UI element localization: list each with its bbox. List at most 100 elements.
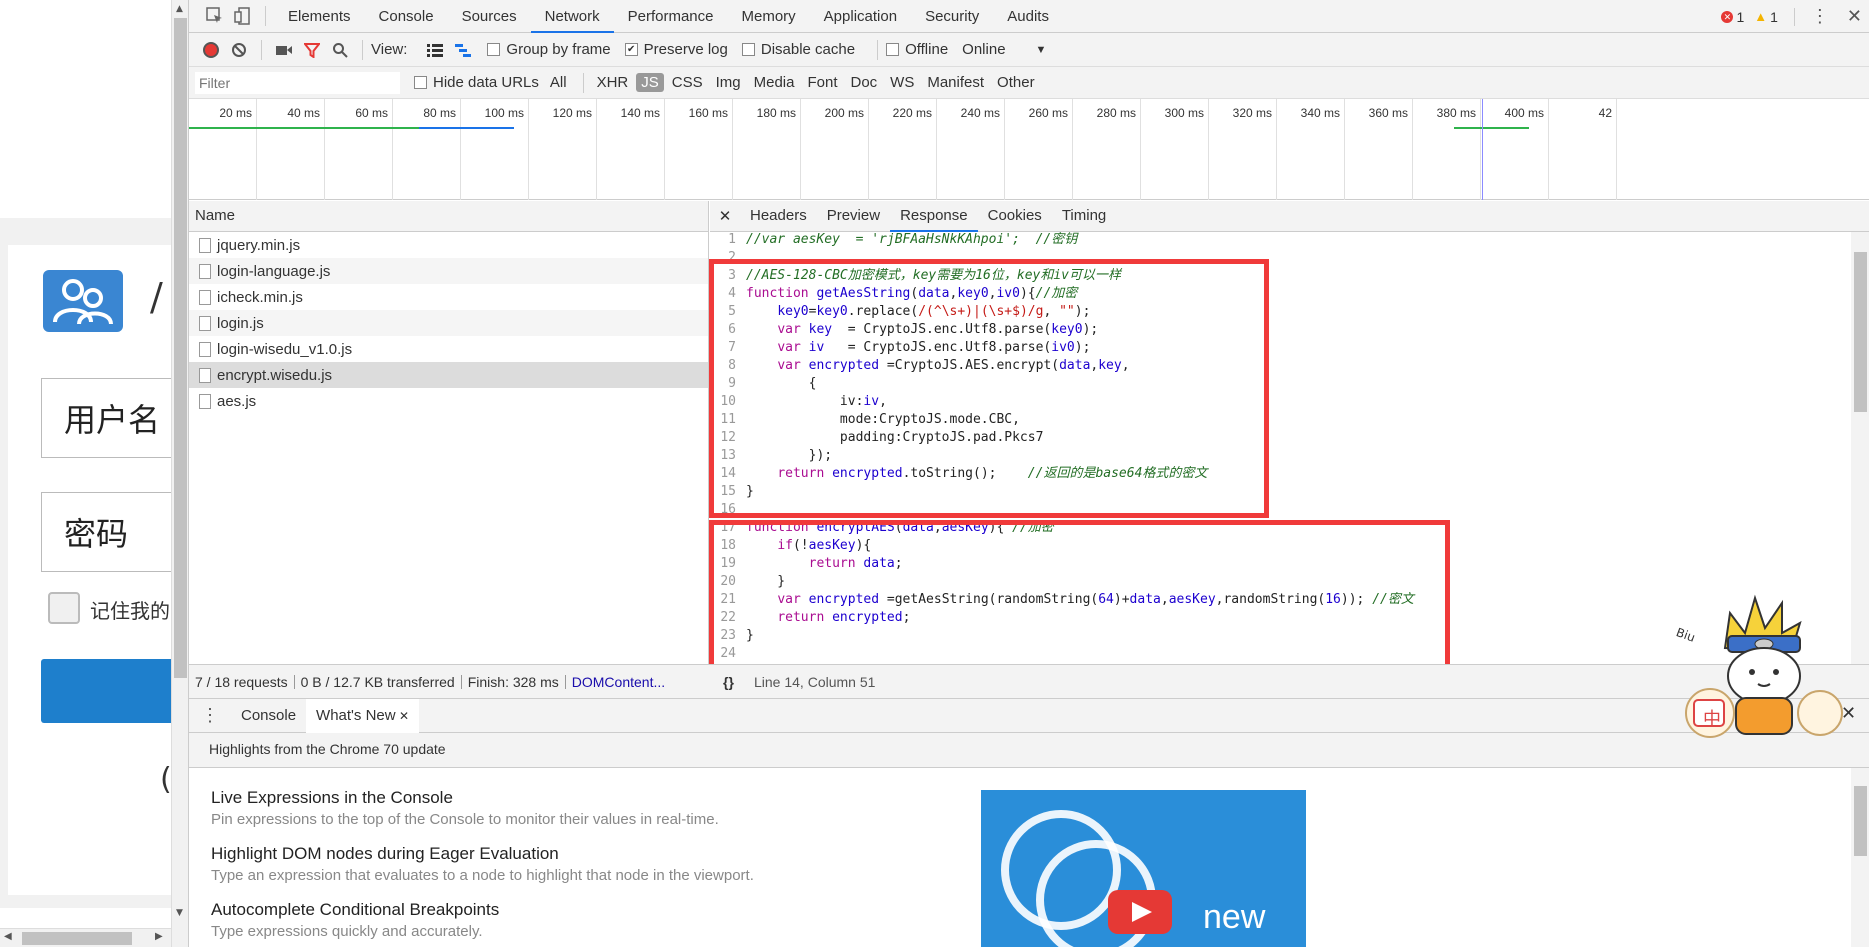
line-number[interactable]: 10 <box>710 393 746 411</box>
tab-application[interactable]: Application <box>810 0 911 33</box>
tab-memory[interactable]: Memory <box>728 0 810 33</box>
filter-type-xhr[interactable]: XHR <box>592 73 634 92</box>
filter-type-font[interactable]: Font <box>802 73 842 92</box>
line-number[interactable]: 7 <box>710 339 746 357</box>
line-number[interactable]: 19 <box>710 555 746 573</box>
line-number[interactable]: 2 <box>710 249 746 267</box>
whats-new-item[interactable]: Highlight DOM nodes during Eager Evaluat… <box>211 844 754 884</box>
play-icon[interactable] <box>1108 890 1172 934</box>
line-number[interactable]: 8 <box>710 357 746 375</box>
password-field[interactable]: 密码 <box>41 492 171 572</box>
request-row[interactable]: icheck.min.js <box>189 284 708 310</box>
hide-data-urls-toggle[interactable]: Hide data URLs <box>414 74 539 91</box>
scrollbar-thumb[interactable] <box>1854 252 1867 412</box>
detail-tab-headers[interactable]: Headers <box>740 201 817 232</box>
close-tab-icon[interactable]: ✕ <box>396 709 409 723</box>
filter-type-manifest[interactable]: Manifest <box>922 73 989 92</box>
page-vertical-scrollbar[interactable]: ▲ ▼ <box>171 0 188 947</box>
page-horizontal-scrollbar[interactable]: ◀ ▶ <box>0 928 171 947</box>
scrollbar-thumb[interactable] <box>1854 786 1867 856</box>
line-number[interactable]: 17 <box>710 519 746 537</box>
line-number[interactable]: 16 <box>710 501 746 519</box>
request-row[interactable]: login-wisedu_v1.0.js <box>189 336 708 362</box>
disable-cache-toggle[interactable]: Disable cache <box>741 41 855 58</box>
line-number[interactable]: 9 <box>710 375 746 393</box>
detail-tab-cookies[interactable]: Cookies <box>978 201 1052 232</box>
line-number[interactable]: 20 <box>710 573 746 591</box>
line-number[interactable]: 4 <box>710 285 746 303</box>
line-number[interactable]: 6 <box>710 321 746 339</box>
checkbox[interactable] <box>487 43 501 56</box>
throttle-select[interactable]: Online ▼ <box>962 41 1046 58</box>
detail-tab-preview[interactable]: Preview <box>817 201 890 232</box>
detail-tab-timing[interactable]: Timing <box>1052 201 1116 232</box>
drawer-vertical-scrollbar[interactable] <box>1851 768 1869 947</box>
tab-elements[interactable]: Elements <box>274 0 365 33</box>
name-column-header[interactable]: Name <box>189 201 709 232</box>
drawer-menu-icon[interactable]: ⋮ <box>189 705 231 726</box>
filter-type-doc[interactable]: Doc <box>845 73 882 92</box>
line-number[interactable]: 24 <box>710 645 746 663</box>
filter-input[interactable] <box>195 71 400 94</box>
drawer-tab-what-s-new[interactable]: What's New ✕ <box>306 698 419 733</box>
scroll-left-arrow-icon[interactable]: ◀ <box>4 931 12 942</box>
username-field[interactable]: 用户名 <box>41 378 171 458</box>
request-row[interactable]: aes.js <box>189 388 708 414</box>
line-number[interactable]: 3 <box>710 267 746 285</box>
request-row[interactable]: login-language.js <box>189 258 708 284</box>
close-detail-icon[interactable]: ✕ <box>710 207 740 225</box>
line-number[interactable]: 18 <box>710 537 746 555</box>
tab-security[interactable]: Security <box>911 0 993 33</box>
pretty-print-icon[interactable]: {} <box>723 674 734 690</box>
tab-audits[interactable]: Audits <box>993 0 1063 33</box>
line-number[interactable]: 14 <box>710 465 746 483</box>
group-by-frame-toggle[interactable]: Group by frame <box>487 41 611 58</box>
detail-tab-response[interactable]: Response <box>890 201 978 232</box>
whats-new-item[interactable]: Autocomplete Conditional Breakpoints Type… <box>211 900 499 940</box>
scroll-right-arrow-icon[interactable]: ▶ <box>155 931 163 942</box>
line-number[interactable]: 23 <box>710 627 746 645</box>
large-rows-icon[interactable] <box>421 36 449 64</box>
whats-new-item[interactable]: Live Expressions in the Console Pin expre… <box>211 788 719 828</box>
tab-console[interactable]: Console <box>365 0 448 33</box>
inspect-element-icon[interactable] <box>201 2 229 30</box>
filter-type-img[interactable]: Img <box>711 73 746 92</box>
filter-type-media[interactable]: Media <box>749 73 800 92</box>
request-row[interactable]: login.js <box>189 310 708 336</box>
line-number[interactable]: 15 <box>710 483 746 501</box>
tab-network[interactable]: Network <box>530 0 614 33</box>
offline-toggle[interactable]: Offline <box>886 41 948 58</box>
error-count[interactable]: ✕ 1 <box>1721 9 1744 25</box>
close-devtools-icon[interactable]: ✕ <box>1847 6 1862 27</box>
device-toolbar-icon[interactable] <box>229 2 257 30</box>
filter-type-other[interactable]: Other <box>992 73 1040 92</box>
line-number[interactable]: 22 <box>710 609 746 627</box>
line-number[interactable]: 1 <box>710 232 746 249</box>
filter-icon[interactable] <box>298 36 326 64</box>
network-overview-timeline[interactable]: 20 ms 40 ms 60 ms 80 ms 100 ms 120 ms 140 ms 16… <box>189 99 1869 200</box>
line-number[interactable]: 12 <box>710 429 746 447</box>
line-number[interactable]: 13 <box>710 447 746 465</box>
clear-icon[interactable] <box>225 36 253 64</box>
line-number[interactable]: 21 <box>710 591 746 609</box>
tab-sources[interactable]: Sources <box>448 0 531 33</box>
checkbox[interactable] <box>741 43 755 56</box>
scroll-down-arrow-icon[interactable]: ▼ <box>176 908 183 918</box>
line-number[interactable]: 5 <box>710 303 746 321</box>
login-button[interactable] <box>41 659 171 723</box>
request-row[interactable]: encrypt.wisedu.js <box>189 362 708 388</box>
more-menu-icon[interactable]: ⋮ <box>1811 6 1829 27</box>
warning-count[interactable]: ▲ 1 <box>1754 9 1778 25</box>
preserve-log-toggle[interactable]: ✔ Preserve log <box>624 41 728 58</box>
filter-type-ws[interactable]: WS <box>885 73 919 92</box>
filter-type-js[interactable]: JS <box>636 73 664 92</box>
line-number[interactable]: 11 <box>710 411 746 429</box>
checkbox[interactable] <box>414 76 427 89</box>
filter-type-css[interactable]: CSS <box>667 73 708 92</box>
code-vertical-scrollbar[interactable] <box>1851 232 1869 664</box>
scrollbar-thumb[interactable] <box>22 932 132 945</box>
record-icon[interactable] <box>197 36 225 64</box>
scroll-up-arrow-icon[interactable]: ▲ <box>176 4 183 14</box>
waterfall-overview-icon[interactable] <box>449 36 477 64</box>
filter-type-all[interactable]: All <box>545 73 572 92</box>
